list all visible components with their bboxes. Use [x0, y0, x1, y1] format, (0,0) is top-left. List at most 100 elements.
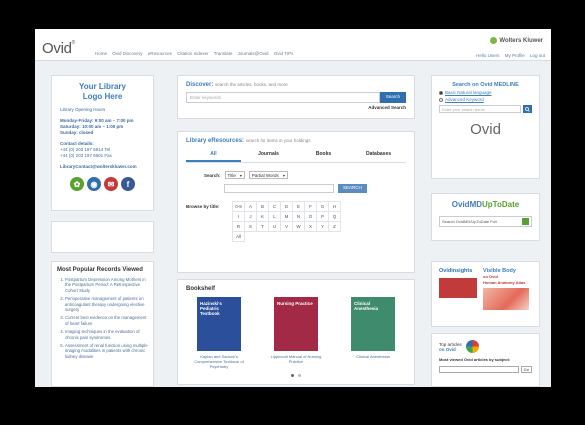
letter-link[interactable]: T: [257, 222, 269, 232]
uptodate-search-icon[interactable]: [522, 218, 529, 225]
letter-link[interactable]: S: [245, 222, 257, 232]
nav-translate[interactable]: Translate: [214, 51, 233, 56]
brand-name: Wolters Kluwer: [499, 37, 543, 44]
visible-body-image[interactable]: [483, 288, 529, 310]
match-select[interactable]: Partial Words ▾: [248, 171, 288, 179]
eresources-heading: Library eResources: search for items in …: [186, 138, 406, 144]
letter-link[interactable]: H: [329, 202, 341, 212]
letter-grid: 0-9 A B C D E F G H I J K L M N O P Q R S T U V W X Y Z All: [232, 201, 341, 242]
logout-link[interactable]: Log out: [530, 53, 545, 58]
eresources-search-input[interactable]: [224, 184, 334, 193]
tab-books[interactable]: Books: [296, 151, 351, 162]
basic-option[interactable]: Basic Natural language: [439, 90, 532, 95]
top-articles-label: Top articles on Ovid: [439, 342, 462, 352]
eresources-search-button[interactable]: SEARCH: [338, 184, 367, 193]
book-caption[interactable]: Lippincott Manual of Nursing Practice: [267, 354, 325, 364]
discover-search-input[interactable]: Enter keywords: [186, 92, 380, 103]
letter-link[interactable]: F: [305, 202, 317, 212]
nav-eresources[interactable]: eResources: [148, 51, 172, 56]
advanced-option-label: Advanced Keyword: [445, 97, 484, 102]
book-item[interactable]: Nursing Practice Lippincott Manual of Nu…: [267, 297, 325, 369]
tab-journals[interactable]: Journals: [241, 151, 296, 162]
letter-link[interactable]: Q: [329, 212, 341, 222]
letter-link[interactable]: E: [293, 202, 305, 212]
book-cover-title: Nursing Practice: [277, 301, 313, 306]
advanced-search-link[interactable]: Advanced Search: [186, 105, 406, 110]
visible-body-logo[interactable]: Visible Body on Ovid Human Anatomy Atlas: [483, 268, 529, 286]
tab-databases[interactable]: Databases: [351, 151, 406, 162]
popular-item[interactable]: Assessment of renal function using multi…: [65, 343, 148, 359]
letter-link[interactable]: B: [257, 202, 269, 212]
letter-link[interactable]: Z: [329, 222, 341, 232]
book-item[interactable]: Clinical Anesthesia Clinical Anesthesia: [344, 297, 402, 369]
book-cover[interactable]: Clinical Anesthesia: [351, 297, 395, 351]
book-item[interactable]: Hazinski's Pediatric Textbook Kaplan and…: [190, 297, 248, 369]
letter-link[interactable]: A: [245, 202, 257, 212]
book-cover[interactable]: Nursing Practice: [274, 297, 318, 351]
nav-ovid-tips[interactable]: Ovid TIPs: [274, 51, 294, 56]
globe-icon[interactable]: ◉: [87, 177, 101, 191]
letter-link[interactable]: D: [281, 202, 293, 212]
letter-link[interactable]: I: [233, 212, 245, 222]
nav-ovid-discovery[interactable]: Ovid Discovery: [112, 51, 142, 56]
facebook-icon[interactable]: f: [121, 177, 135, 191]
contact-email[interactable]: LibraryContact@wolterskluwer.com: [60, 164, 145, 170]
discover-search-button[interactable]: Search: [379, 92, 406, 103]
letter-link[interactable]: R: [233, 222, 245, 232]
book-caption[interactable]: Kaplan and Sadock's Comprehensive Textbo…: [190, 354, 248, 369]
leaf-icon[interactable]: ✿: [70, 177, 84, 191]
eresources-card: Library eResources: search for items in …: [177, 131, 415, 273]
popular-item[interactable]: Imaging techniques in the evaluation of …: [65, 329, 148, 340]
letter-link[interactable]: W: [293, 222, 305, 232]
nav-home[interactable]: Home: [95, 51, 107, 56]
nav-journals[interactable]: Journals@Ovid: [238, 51, 269, 56]
letter-link[interactable]: X: [305, 222, 317, 232]
search-icon[interactable]: [523, 105, 532, 113]
library-title-line1: Your Library: [79, 82, 126, 91]
hello-user-link[interactable]: Hello Users: [476, 53, 499, 58]
uptodate-search-input[interactable]: Search OvidMD/UpToDate Full: [442, 219, 520, 224]
basic-option-label: Basic Natural language: [445, 90, 492, 95]
my-profile-link[interactable]: My Profile: [505, 53, 525, 58]
book-caption[interactable]: Clinical Anesthesia: [356, 354, 390, 359]
eresources-subtitle: search for items in your holdings: [245, 138, 311, 143]
letter-link[interactable]: P: [317, 212, 329, 222]
advanced-option[interactable]: Advanced Keyword: [439, 97, 532, 102]
letter-link[interactable]: All: [233, 232, 245, 242]
letter-link[interactable]: Y: [317, 222, 329, 232]
field-select[interactable]: Title ▾: [224, 171, 245, 179]
popular-item[interactable]: Postpartum Depression Among Mothers in t…: [65, 277, 148, 293]
letter-link[interactable]: L: [269, 212, 281, 222]
subject-select[interactable]: [439, 366, 519, 373]
letter-link[interactable]: K: [257, 212, 269, 222]
popular-item[interactable]: Perioperative management of patients on …: [65, 296, 148, 312]
letter-link[interactable]: J: [245, 212, 257, 222]
book-cover[interactable]: Hazinski's Pediatric Textbook: [197, 297, 241, 351]
letter-link[interactable]: O: [305, 212, 317, 222]
eresources-title: Library eResources:: [186, 138, 245, 144]
letter-link[interactable]: C: [269, 202, 281, 212]
carousel-dot[interactable]: [291, 374, 294, 377]
discover-title: Discover:: [186, 82, 214, 88]
book-cover-title: Clinical Anesthesia: [354, 301, 379, 311]
popular-item[interactable]: Current best evidence on the management …: [65, 315, 148, 326]
ovid-medline-logo: Ovid: [470, 121, 501, 138]
go-button[interactable]: Go: [520, 366, 532, 373]
letter-link[interactable]: V: [281, 222, 293, 232]
letter-link[interactable]: G: [317, 202, 329, 212]
news-icon[interactable]: ✉: [104, 177, 118, 191]
search-label: Search:: [204, 172, 221, 178]
letter-link[interactable]: M: [281, 212, 293, 222]
uptodate-logo-b: UpToDate: [482, 200, 520, 209]
medline-search-input[interactable]: Enter your search terms: [439, 105, 521, 113]
letter-link[interactable]: U: [269, 222, 281, 232]
letter-link[interactable]: N: [293, 212, 305, 222]
ovid-logo[interactable]: Ovid®: [42, 40, 75, 57]
insights-thumbnail[interactable]: [439, 278, 477, 298]
tab-all[interactable]: All: [186, 151, 241, 162]
carousel-dot[interactable]: [298, 374, 301, 377]
book-cover-title: Hazinski's Pediatric Textbook: [200, 301, 222, 316]
nav-citation-indexer[interactable]: Citation Indexer: [177, 51, 209, 56]
ovid-insights-logo[interactable]: Ovidinsights: [439, 268, 477, 274]
letter-link[interactable]: 0-9: [233, 202, 245, 212]
